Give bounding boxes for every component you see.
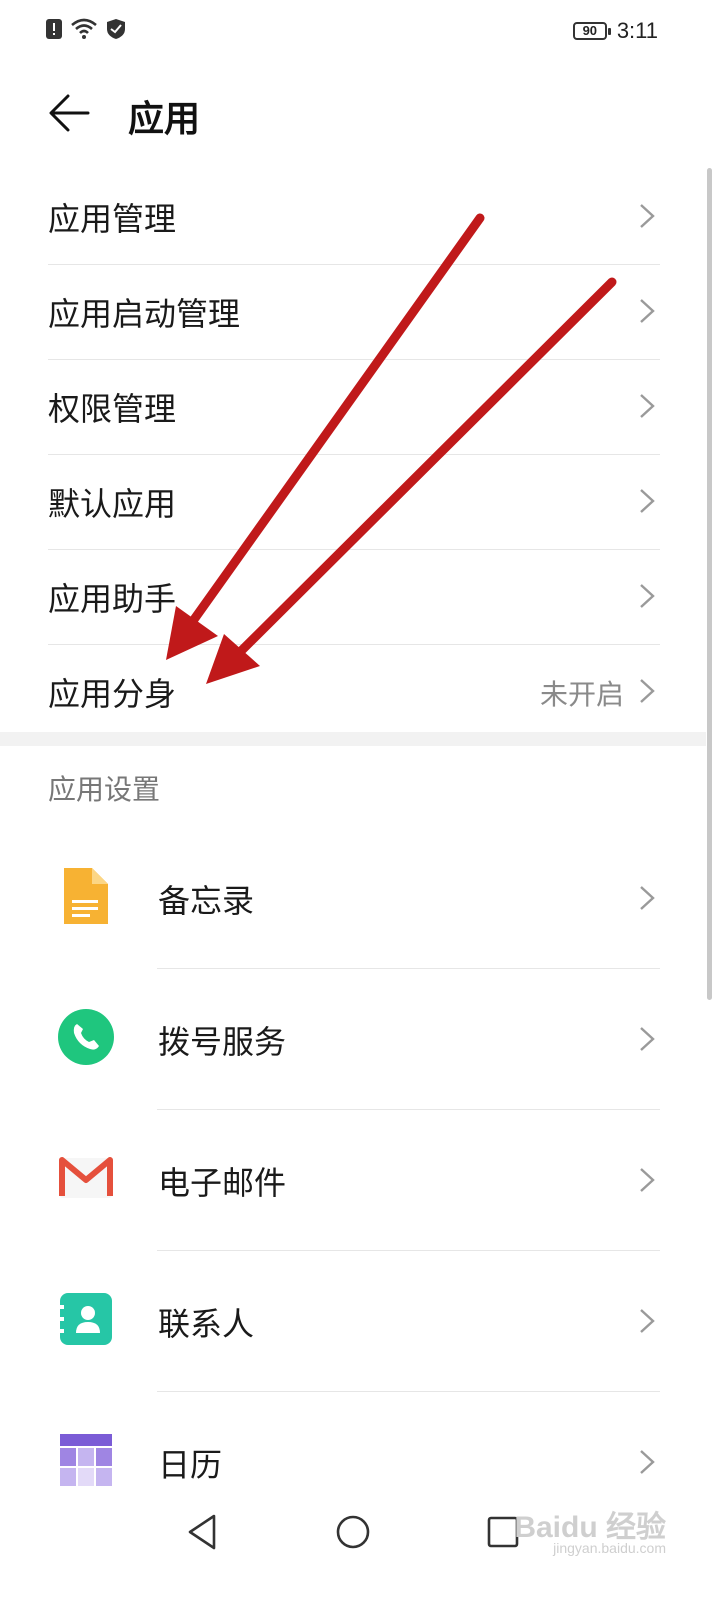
chevron-right-icon [640,1168,655,1192]
menu-item-label: 权限管理 [48,390,177,428]
menu-item-label: 应用管理 [48,200,177,238]
chevron-right-icon [640,886,655,910]
menu-item-app-twin[interactable]: 应用分身 未开启 [48,645,660,739]
contacts-icon [58,1293,112,1345]
calendar-icon [60,1434,112,1486]
chevron-right-icon [640,1027,655,1051]
app-bar: 应用 [0,70,720,160]
page-title: 应用 [128,99,201,140]
menu-item-app-assistant[interactable]: 应用助手 [48,550,660,645]
app-item-label: 备忘录 [158,882,255,920]
menu-item-app-management[interactable]: 应用管理 [48,170,660,265]
menu-item-label: 应用分身 [48,675,177,713]
app-item-label: 拨号服务 [158,1023,287,1061]
clock: 3:11 [616,18,658,43]
app-settings-list: 备忘录 拨号服务 电子邮件 联系人 日历 [0,828,720,1533]
battery-icon: 90 [572,22,611,40]
chevron-right-icon [640,394,655,418]
battery-level: 90 [582,23,598,38]
app-item-contacts[interactable]: 联系人 [0,1251,720,1392]
app-item-dialer[interactable]: 拨号服务 [0,969,720,1110]
shield-icon [107,19,125,39]
chevron-right-icon [640,1309,655,1333]
watermark-url: jingyan.baidu.com [553,1540,666,1556]
settings-list: 应用管理 应用启动管理 权限管理 默认应用 应用助手 应用分身 未开启 [48,170,660,739]
section-divider [0,732,706,746]
alert-icon [46,19,62,39]
chevron-right-icon [640,489,655,513]
status-bar: 90 3:11 [0,0,720,62]
menu-item-label: 应用助手 [48,580,177,618]
section-title: 应用设置 [48,773,161,806]
notes-icon [64,868,108,924]
nav-home-icon[interactable] [331,1510,375,1554]
chevron-right-icon [640,204,655,228]
chevron-right-icon [640,299,655,323]
nav-back-icon[interactable] [180,1510,224,1554]
back-arrow-icon[interactable] [44,88,94,138]
chevron-right-icon [640,1450,655,1474]
menu-item-app-launch[interactable]: 应用启动管理 [48,265,660,360]
menu-item-permissions[interactable]: 权限管理 [48,360,660,455]
app-item-email[interactable]: 电子邮件 [0,1110,720,1251]
app-item-notes[interactable]: 备忘录 [0,828,720,969]
app-item-label: 联系人 [158,1305,255,1343]
chevron-right-icon [640,679,655,703]
menu-item-default-apps[interactable]: 默认应用 [48,455,660,550]
menu-item-label: 默认应用 [48,485,177,523]
chevron-right-icon [640,584,655,608]
wifi-icon [71,18,97,39]
menu-item-label: 应用启动管理 [48,295,241,333]
mail-icon [59,1157,113,1198]
scrollbar[interactable] [707,168,712,1000]
app-item-label: 日历 [158,1446,223,1484]
menu-item-status: 未开启 [539,678,624,711]
app-item-label: 电子邮件 [158,1164,287,1202]
phone-icon [58,1009,114,1065]
